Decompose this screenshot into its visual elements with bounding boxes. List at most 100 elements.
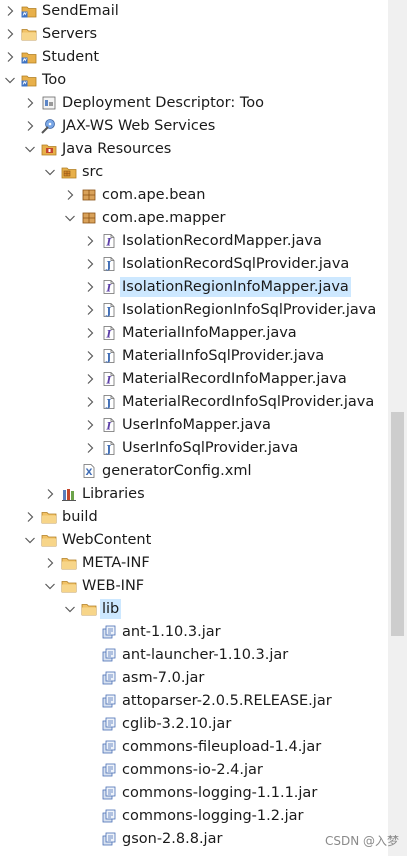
tree-item-label: commons-logging-1.2.jar	[122, 808, 304, 824]
tree-item[interactable]: lib	[0, 598, 388, 620]
tree-item[interactable]: JAX-WS Web Services	[0, 115, 388, 137]
tree-item-label: gson-2.8.8.jar	[122, 831, 223, 847]
tree-item[interactable]: com.ape.mapper	[0, 207, 388, 229]
chevron-right-icon[interactable]	[82, 233, 98, 249]
tree-item[interactable]: J UserInfoSqlProvider.java	[0, 437, 388, 459]
chevron-down-icon[interactable]	[2, 72, 18, 88]
libraries-icon	[61, 486, 77, 502]
tree-item[interactable]: J MaterialInfoSqlProvider.java	[0, 345, 388, 367]
jar-icon	[101, 785, 117, 801]
tree-item[interactable]: Too	[0, 69, 388, 91]
java-file-icon: J	[101, 440, 117, 456]
chevron-right-icon[interactable]	[82, 325, 98, 341]
watermark: CSDN @入梦	[324, 834, 399, 848]
tree-item[interactable]: src	[0, 161, 388, 183]
tree-item[interactable]: asm-7.0.jar	[0, 667, 388, 689]
chevron-right-icon[interactable]	[82, 417, 98, 433]
chevron-right-icon[interactable]	[82, 440, 98, 456]
tree-item[interactable]: Student	[0, 46, 388, 68]
tree-item-label: IsolationRegionInfoSqlProvider.java	[122, 302, 377, 318]
web-services-icon	[41, 118, 57, 134]
tree-item[interactable]: commons-logging-1.1.1.jar	[0, 782, 388, 804]
jar-icon	[101, 739, 117, 755]
vertical-scrollbar[interactable]	[388, 0, 407, 856]
java-file-icon: J	[101, 394, 117, 410]
chevron-right-icon[interactable]	[82, 371, 98, 387]
tree-item[interactable]: cglib-3.2.10.jar	[0, 713, 388, 735]
tree-item-label: generatorConfig.xml	[102, 463, 252, 479]
tree-item[interactable]: WEB-INF	[0, 575, 388, 597]
tree-item[interactable]: META-INF	[0, 552, 388, 574]
svg-text:J: J	[106, 399, 112, 410]
folder-icon	[41, 532, 57, 548]
tree-item[interactable]: ant-launcher-1.10.3.jar	[0, 644, 388, 666]
chevron-right-icon[interactable]	[82, 302, 98, 318]
tree-item-label: IsolationRecordMapper.java	[122, 233, 322, 249]
tree-item[interactable]: build	[0, 506, 388, 528]
chevron-right-icon[interactable]	[82, 394, 98, 410]
chevron-down-icon[interactable]	[42, 164, 58, 180]
chevron-right-icon[interactable]	[22, 509, 38, 525]
tree-item[interactable]: I IsolationRecordMapper.java	[0, 230, 388, 252]
chevron-right-icon[interactable]	[2, 26, 18, 42]
folder-icon	[41, 509, 57, 525]
tree-item[interactable]: WebContent	[0, 529, 388, 551]
tree-item[interactable]: Java Resources	[0, 138, 388, 160]
chevron-right-icon[interactable]	[42, 486, 58, 502]
tree-item[interactable]: com.ape.bean	[0, 184, 388, 206]
tree-item[interactable]: commons-logging-1.2.jar	[0, 805, 388, 827]
tree-item-label: com.ape.mapper	[102, 210, 226, 226]
tree-item[interactable]: XgeneratorConfig.xml	[0, 460, 388, 482]
tree-item-label: com.ape.bean	[102, 187, 206, 203]
project-icon	[21, 72, 37, 88]
jar-icon	[101, 647, 117, 663]
folder-icon	[61, 555, 77, 571]
chevron-right-icon[interactable]	[82, 348, 98, 364]
chevron-right-icon[interactable]	[42, 555, 58, 571]
chevron-down-icon[interactable]	[62, 210, 78, 226]
tree-item[interactable]: J IsolationRecordSqlProvider.java	[0, 253, 388, 275]
tree-item[interactable]: commons-fileupload-1.4.jar	[0, 736, 388, 758]
folder-icon	[81, 601, 97, 617]
tree-item[interactable]: I MaterialInfoMapper.java	[0, 322, 388, 344]
chevron-right-icon[interactable]	[2, 3, 18, 19]
chevron-right-icon[interactable]	[82, 256, 98, 272]
chevron-down-icon[interactable]	[62, 601, 78, 617]
chevron-right-icon[interactable]	[22, 118, 38, 134]
tree-item-label: MaterialInfoSqlProvider.java	[122, 348, 325, 364]
tree-item[interactable]: I MaterialRecordInfoMapper.java	[0, 368, 388, 390]
tree-item[interactable]: Servers	[0, 23, 388, 45]
tree-item-label: cglib-3.2.10.jar	[122, 716, 232, 732]
source-folder-icon	[61, 164, 77, 180]
tree-item-label: commons-fileupload-1.4.jar	[122, 739, 322, 755]
chevron-right-icon[interactable]	[62, 187, 78, 203]
chevron-right-icon[interactable]	[22, 95, 38, 111]
tree-item[interactable]: attoparser-2.0.5.RELEASE.jar	[0, 690, 388, 712]
tree-item-label: ant-1.10.3.jar	[122, 624, 221, 640]
chevron-right-icon[interactable]	[2, 49, 18, 65]
tree-item[interactable]: I IsolationRegionInfoMapper.java	[0, 276, 388, 298]
chevron-down-icon[interactable]	[22, 141, 38, 157]
tree-item[interactable]: SendEmail	[0, 0, 388, 22]
tree-item[interactable]: ant-1.10.3.jar	[0, 621, 388, 643]
tree-item[interactable]: Libraries	[0, 483, 388, 505]
tree-item[interactable]: Deployment Descriptor: Too	[0, 92, 388, 114]
jar-icon	[101, 762, 117, 778]
tree-item[interactable]: J IsolationRegionInfoSqlProvider.java	[0, 299, 388, 321]
tree-item[interactable]: commons-io-2.4.jar	[0, 759, 388, 781]
tree-item-label: MaterialRecordInfoSqlProvider.java	[122, 394, 375, 410]
scrollbar-thumb[interactable]	[391, 412, 404, 636]
java-interface-icon: I	[101, 325, 117, 341]
java-interface-icon: I	[101, 279, 117, 295]
chevron-right-icon[interactable]	[82, 279, 98, 295]
package-icon	[81, 187, 97, 203]
chevron-down-icon[interactable]	[22, 532, 38, 548]
java-file-icon: J	[101, 302, 117, 318]
folder-icon	[61, 578, 77, 594]
tree-item[interactable]: J MaterialRecordInfoSqlProvider.java	[0, 391, 388, 413]
chevron-down-icon[interactable]	[42, 578, 58, 594]
svg-text:J: J	[106, 307, 112, 318]
tree-item[interactable]: I UserInfoMapper.java	[0, 414, 388, 436]
java-resources-icon	[41, 141, 57, 157]
svg-text:X: X	[86, 468, 93, 478]
